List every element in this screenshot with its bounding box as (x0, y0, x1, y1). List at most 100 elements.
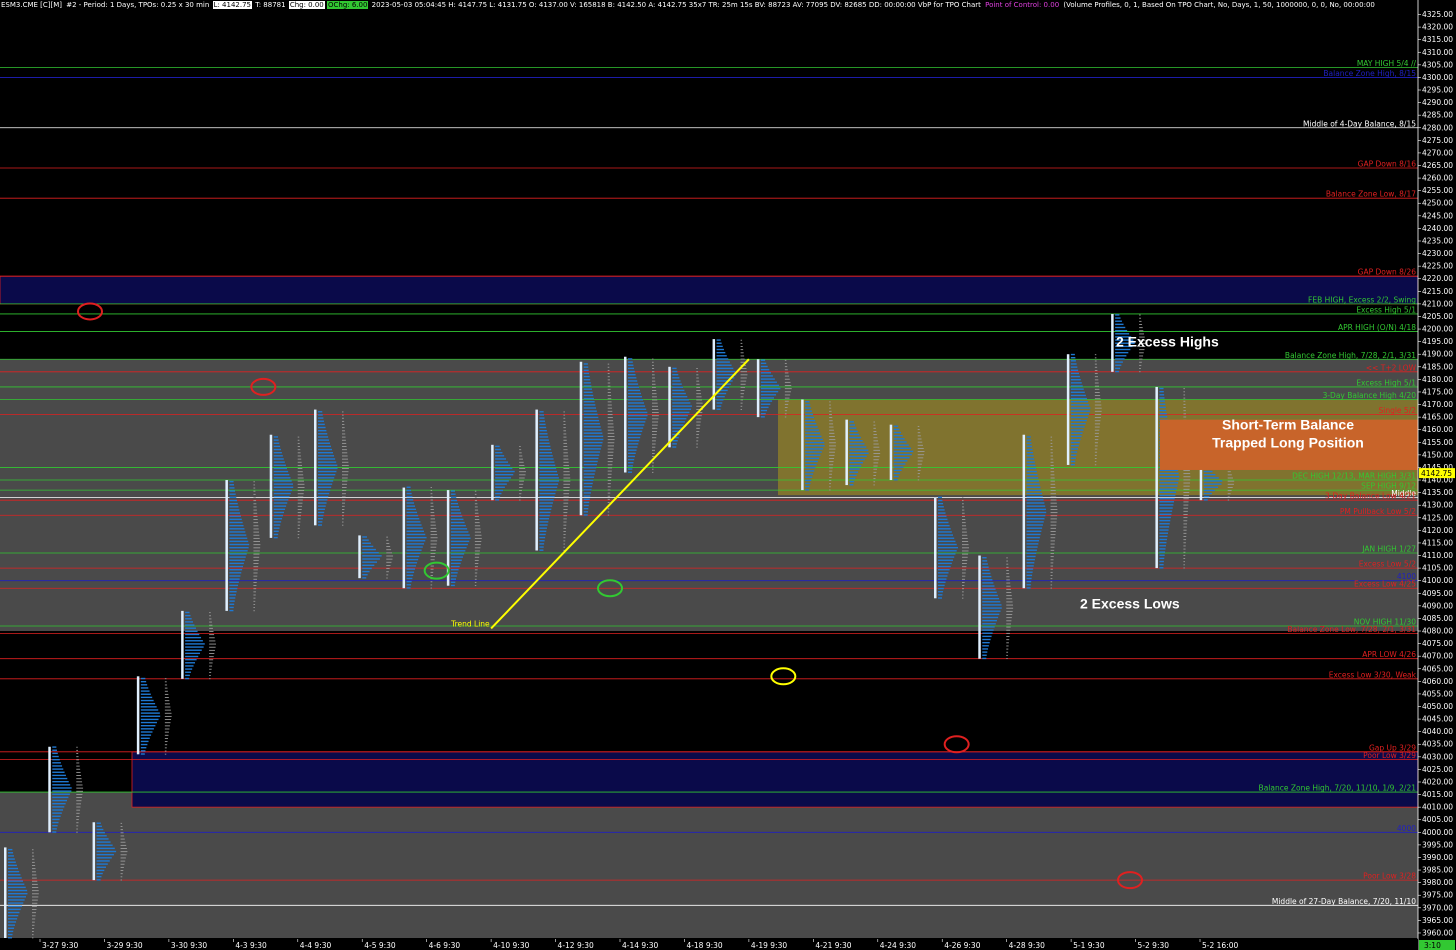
volume-row (164, 737, 168, 739)
volume-row (209, 643, 217, 645)
volume-row (784, 416, 787, 418)
axis-tick-label: 4315.00 (1422, 35, 1453, 44)
volume-row (253, 600, 256, 602)
tpo-row (1026, 458, 1035, 460)
volume-row (1050, 446, 1053, 447)
tpo-row (185, 621, 193, 623)
volume-row (1050, 493, 1056, 495)
level-label-13: Single 5/2 (1378, 406, 1416, 415)
tpo-row (8, 883, 25, 885)
tpo-chart[interactable]: MAY HIGH 5/4 //Balance Zone High, 8/15Mi… (0, 0, 1456, 950)
volume-row (253, 493, 256, 495)
volume-row (342, 518, 344, 520)
volume-row (1094, 369, 1098, 371)
volume-row (563, 458, 569, 460)
tpo-row (229, 587, 238, 590)
volume-row (784, 369, 788, 371)
volume-row (873, 465, 878, 467)
tpo-row (1026, 474, 1038, 476)
tpo-row (1159, 501, 1175, 503)
volume-row (76, 746, 78, 748)
volume-row (607, 470, 612, 472)
tpo-row (805, 473, 814, 475)
volume-row (342, 521, 344, 523)
tpo-row (583, 460, 598, 463)
tpo-row (495, 470, 515, 473)
volume-row (1006, 626, 1011, 628)
volume-row (209, 618, 212, 620)
volume-row (32, 927, 35, 929)
volume-row (120, 873, 123, 875)
volume-row (120, 832, 124, 834)
volume-row (1139, 371, 1141, 373)
tpo-row (140, 743, 148, 746)
volume-row (829, 454, 835, 456)
tpo-row (583, 454, 600, 456)
volume-row (1094, 429, 1100, 431)
tpo-row (539, 546, 544, 548)
volume-row (253, 547, 261, 549)
price-axis[interactable]: 3960.003965.003970.003975.003980.003985.… (1417, 0, 1456, 950)
volume-row (297, 518, 301, 520)
tpo-row (849, 421, 854, 423)
volume-row (164, 687, 168, 689)
tpo-row (140, 693, 151, 695)
tpo-row (185, 640, 203, 642)
volume-row (430, 518, 436, 520)
level-label-29: Poor Low 3/29 (1363, 751, 1416, 760)
volume-row (1050, 477, 1055, 479)
volume-row (607, 432, 615, 434)
tpo-row (450, 572, 458, 574)
tpo-row (1115, 326, 1126, 329)
tpo-row (628, 418, 647, 420)
tpo-row (1159, 560, 1164, 563)
axis-tick-label: 3995.00 (1422, 840, 1453, 849)
tpo-row (982, 613, 1000, 616)
tpo-row (849, 427, 857, 429)
tpo-row (185, 624, 195, 626)
tpo-row (716, 345, 723, 348)
volume-row (430, 549, 436, 551)
volume-row (32, 871, 36, 873)
axis-tick-label: 4085.00 (1422, 614, 1453, 623)
date-axis[interactable]: 3-27 9:30 3-29 9:30 3-30 9:30 4-3 9:30 4-4 9… (0, 939, 1455, 950)
tpo-row (450, 534, 470, 536)
tpo-row (450, 524, 466, 527)
tpo-row (938, 565, 951, 568)
tpo-row (362, 577, 367, 579)
volume-row (962, 559, 968, 561)
volume-row (386, 549, 392, 551)
tpo-row (8, 852, 14, 854)
volume-row (474, 578, 477, 580)
tpo-row (229, 518, 242, 521)
volume-row (1050, 571, 1053, 573)
volume-row (607, 476, 612, 478)
tpo-row (8, 937, 12, 939)
volume-row (164, 719, 172, 721)
volume-row (563, 464, 569, 466)
tpo-row (52, 768, 64, 770)
tpo-row (1159, 504, 1174, 506)
volume-row (430, 502, 434, 504)
tpo-row (450, 543, 468, 546)
tpo-row (406, 527, 423, 529)
volume-row (1006, 636, 1010, 637)
axis-tick-label: 3985.00 (1422, 866, 1453, 875)
volume-row (607, 442, 615, 444)
tpo-row (96, 844, 113, 846)
tpo-range-bar (1155, 386, 1158, 569)
volume-row (474, 553, 480, 555)
volume-row (1094, 454, 1097, 456)
volume-row (342, 512, 345, 514)
volume-row (873, 468, 877, 470)
tpo-row (450, 512, 462, 514)
tpo-row (539, 505, 553, 507)
tpo-row (96, 857, 112, 859)
volume-row (32, 861, 35, 863)
tpo-row (628, 446, 638, 448)
volume-row (607, 417, 613, 419)
volume-row (696, 399, 703, 401)
volume-row (1094, 363, 1097, 365)
volume-row (1183, 548, 1186, 550)
level-label-9: Balance Zone High, 7/28, 2/1, 3/31 (1285, 351, 1416, 360)
